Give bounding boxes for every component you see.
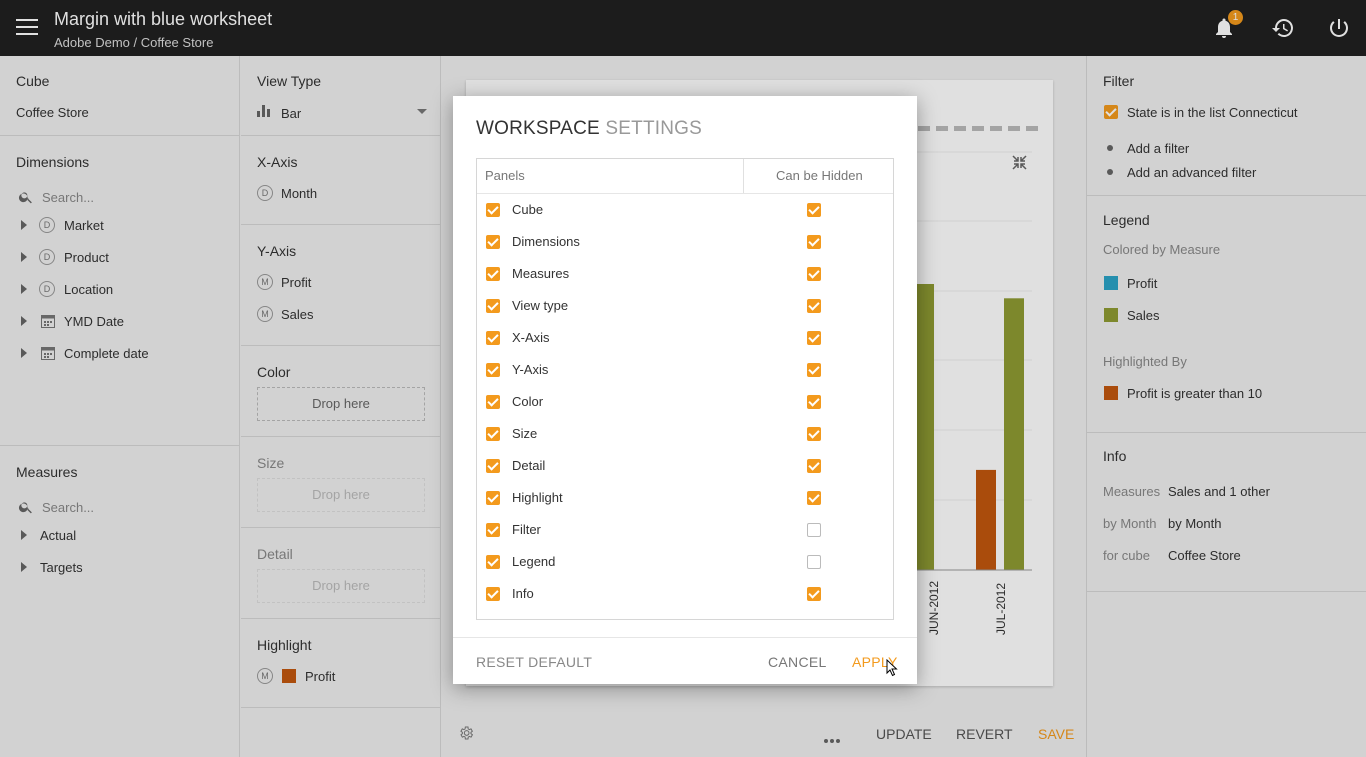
panel-row-label: Highlight — [512, 490, 563, 505]
panel-row-label: Info — [512, 586, 534, 601]
panel-visible-checkbox[interactable] — [486, 491, 500, 505]
can-be-hidden-checkbox[interactable] — [807, 459, 821, 473]
can-be-hidden-checkbox[interactable] — [807, 235, 821, 249]
panel-visible-checkbox[interactable] — [486, 203, 500, 217]
panel-visible-checkbox[interactable] — [486, 331, 500, 345]
footer-divider — [453, 637, 917, 638]
panel-visible-checkbox[interactable] — [486, 395, 500, 409]
reset-default-button[interactable]: RESET DEFAULT — [476, 654, 592, 670]
panel-row: Y-Axis — [477, 354, 893, 386]
panel-row-label: Y-Axis — [512, 362, 549, 377]
panel-row-label: Size — [512, 426, 538, 441]
panel-row: Measures — [477, 258, 893, 290]
dialog-title-main: WORKSPACE — [476, 118, 600, 139]
can-be-hidden-checkbox[interactable] — [807, 587, 821, 601]
dialog-title: WORKSPACE SETTINGS — [476, 118, 702, 140]
can-be-hidden-checkbox[interactable] — [807, 363, 821, 377]
panel-row: Cube — [477, 194, 893, 226]
cancel-button[interactable]: CANCEL — [768, 654, 827, 670]
panel-row-label: Detail — [512, 458, 546, 473]
panel-row: Size — [477, 418, 893, 450]
panel-visible-checkbox[interactable] — [486, 555, 500, 569]
panel-visible-checkbox[interactable] — [486, 267, 500, 281]
column-divider — [743, 159, 744, 193]
can-be-hidden-checkbox[interactable] — [807, 203, 821, 217]
panel-visible-checkbox[interactable] — [486, 587, 500, 601]
panels-table: Panels Can be Hidden Cube Dimensions Measu… — [476, 158, 894, 620]
panel-row-label: View type — [512, 298, 569, 313]
can-be-hidden-checkbox[interactable] — [807, 555, 821, 569]
can-be-hidden-checkbox[interactable] — [807, 491, 821, 505]
panel-row-label: Cube — [512, 202, 544, 217]
panel-row: Detail — [477, 450, 893, 482]
panel-visible-checkbox[interactable] — [486, 299, 500, 313]
panel-row: Filter — [477, 514, 893, 546]
panel-row: Highlight — [477, 482, 893, 514]
can-be-hidden-checkbox[interactable] — [807, 267, 821, 281]
panel-visible-checkbox[interactable] — [486, 523, 500, 537]
panel-row: Dimensions — [477, 226, 893, 258]
panel-row-label: Dimensions — [512, 234, 580, 249]
dialog-title-sub: SETTINGS — [605, 118, 703, 139]
panel-row: Color — [477, 386, 893, 418]
panel-visible-checkbox[interactable] — [486, 427, 500, 441]
panel-row-label: X-Axis — [512, 330, 550, 345]
panel-row: Legend — [477, 546, 893, 578]
panel-row: View type — [477, 290, 893, 322]
can-be-hidden-checkbox[interactable] — [807, 331, 821, 345]
workspace-settings-dialog: WORKSPACE SETTINGS Panels Can be Hidden … — [453, 96, 917, 684]
panel-visible-checkbox[interactable] — [486, 459, 500, 473]
panel-visible-checkbox[interactable] — [486, 363, 500, 377]
can-be-hidden-checkbox[interactable] — [807, 523, 821, 537]
panel-row: X-Axis — [477, 322, 893, 354]
col-header-panels: Panels — [485, 168, 525, 183]
panel-row-label: Color — [512, 394, 544, 409]
can-be-hidden-checkbox[interactable] — [807, 395, 821, 409]
panel-row-label: Legend — [512, 554, 556, 569]
col-header-can-be-hidden: Can be Hidden — [776, 168, 863, 183]
can-be-hidden-checkbox[interactable] — [807, 299, 821, 313]
can-be-hidden-checkbox[interactable] — [807, 427, 821, 441]
panel-row-label: Filter — [512, 522, 541, 537]
panel-row-label: Measures — [512, 266, 570, 281]
panel-row: Info — [477, 578, 893, 610]
mouse-cursor-icon — [886, 659, 898, 677]
panel-visible-checkbox[interactable] — [486, 235, 500, 249]
